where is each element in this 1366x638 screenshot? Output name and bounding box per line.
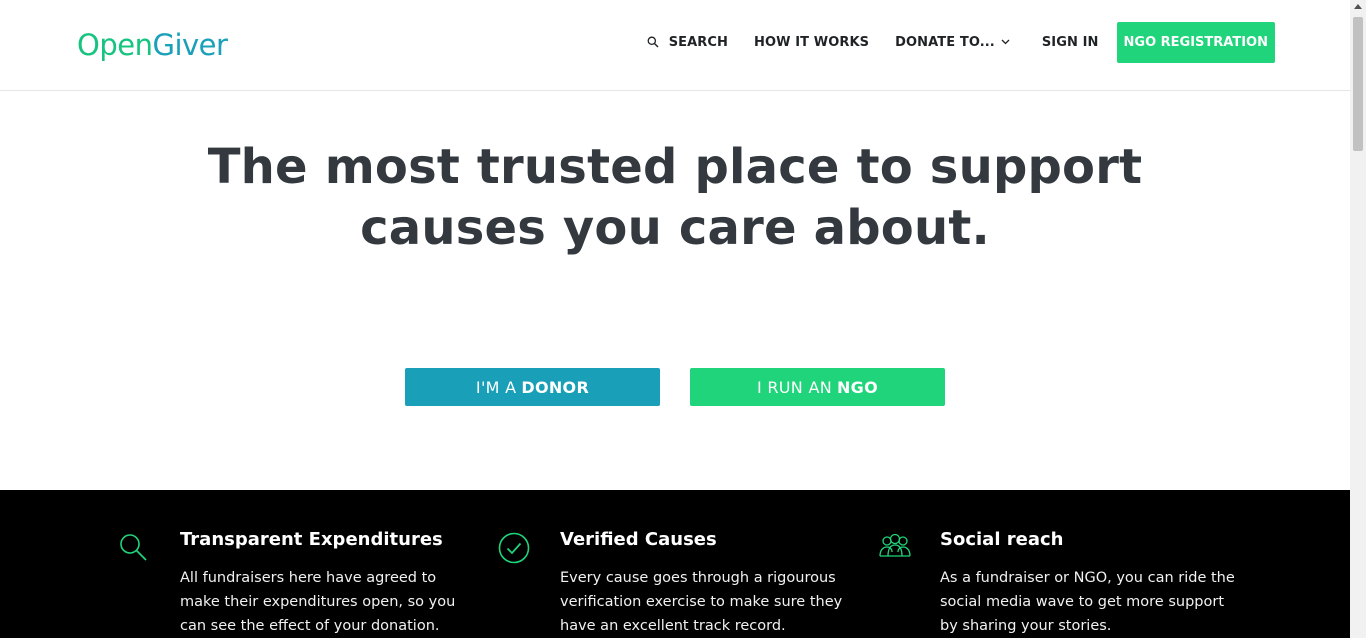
donor-button-prefix: I'M A xyxy=(475,377,517,397)
nav-how-it-works[interactable]: HOW IT WORKS xyxy=(754,35,869,50)
check-circle-icon xyxy=(498,532,530,568)
logo-suffix: Giver xyxy=(152,28,228,62)
feature-text: All fundraisers here have agreed to make… xyxy=(180,570,456,634)
nav-sign-in[interactable]: SIGN IN xyxy=(1042,35,1099,50)
scroll-up-arrow-icon[interactable] xyxy=(1354,4,1362,9)
feature-text: As a fundraiser or NGO, you can ride the… xyxy=(940,570,1235,634)
nav-signin-label: SIGN IN xyxy=(1041,34,1099,50)
nav-how-label: HOW IT WORKS xyxy=(754,34,870,50)
feature-text: Every cause goes through a rigourous ver… xyxy=(560,570,843,634)
main-nav: SEARCH HOW IT WORKS DONATE TO... SIGN IN… xyxy=(621,21,1275,63)
ngo-button[interactable]: I RUN AN NGO xyxy=(690,368,945,406)
nav-search[interactable]: SEARCH xyxy=(647,35,728,50)
search-icon xyxy=(647,36,659,48)
donor-button-strong: DONOR xyxy=(521,377,590,397)
ngo-registration-label: NGO REGISTRATION xyxy=(1123,34,1268,50)
hero-title-line1: The most trusted place to support xyxy=(207,139,1143,195)
feature-title: Transparent Expenditures xyxy=(180,529,443,550)
features-section: Transparent Expenditures All fundraisers… xyxy=(0,490,1350,638)
search-icon xyxy=(118,532,148,566)
ngo-registration-button[interactable]: NGO REGISTRATION xyxy=(1116,21,1275,63)
feature-title: Social reach xyxy=(940,529,1064,550)
ngo-button-prefix: I RUN AN xyxy=(756,377,832,397)
site-header: OpenGiver SEARCH HOW IT WORKS DONATE TO.… xyxy=(0,0,1350,91)
hero-title-line2: causes you care about. xyxy=(360,200,990,256)
ngo-button-strong: NGO xyxy=(836,377,879,397)
nav-donate-dropdown[interactable]: DONATE TO... xyxy=(895,35,1010,50)
logo-prefix: Open xyxy=(77,28,153,62)
page-scrollbar[interactable] xyxy=(1350,0,1366,638)
nav-donate-label: DONATE TO... xyxy=(895,34,995,50)
nav-search-label: SEARCH xyxy=(668,34,729,50)
opengiver-logo[interactable]: OpenGiver xyxy=(77,28,228,62)
scroll-thumb[interactable] xyxy=(1353,17,1363,151)
group-icon xyxy=(878,532,912,562)
chevron-down-icon xyxy=(1001,39,1010,45)
feature-title: Verified Causes xyxy=(560,529,717,550)
hero-title: The most trusted place to support causes… xyxy=(0,137,1350,259)
donor-button[interactable]: I'M A DONOR xyxy=(405,368,660,406)
